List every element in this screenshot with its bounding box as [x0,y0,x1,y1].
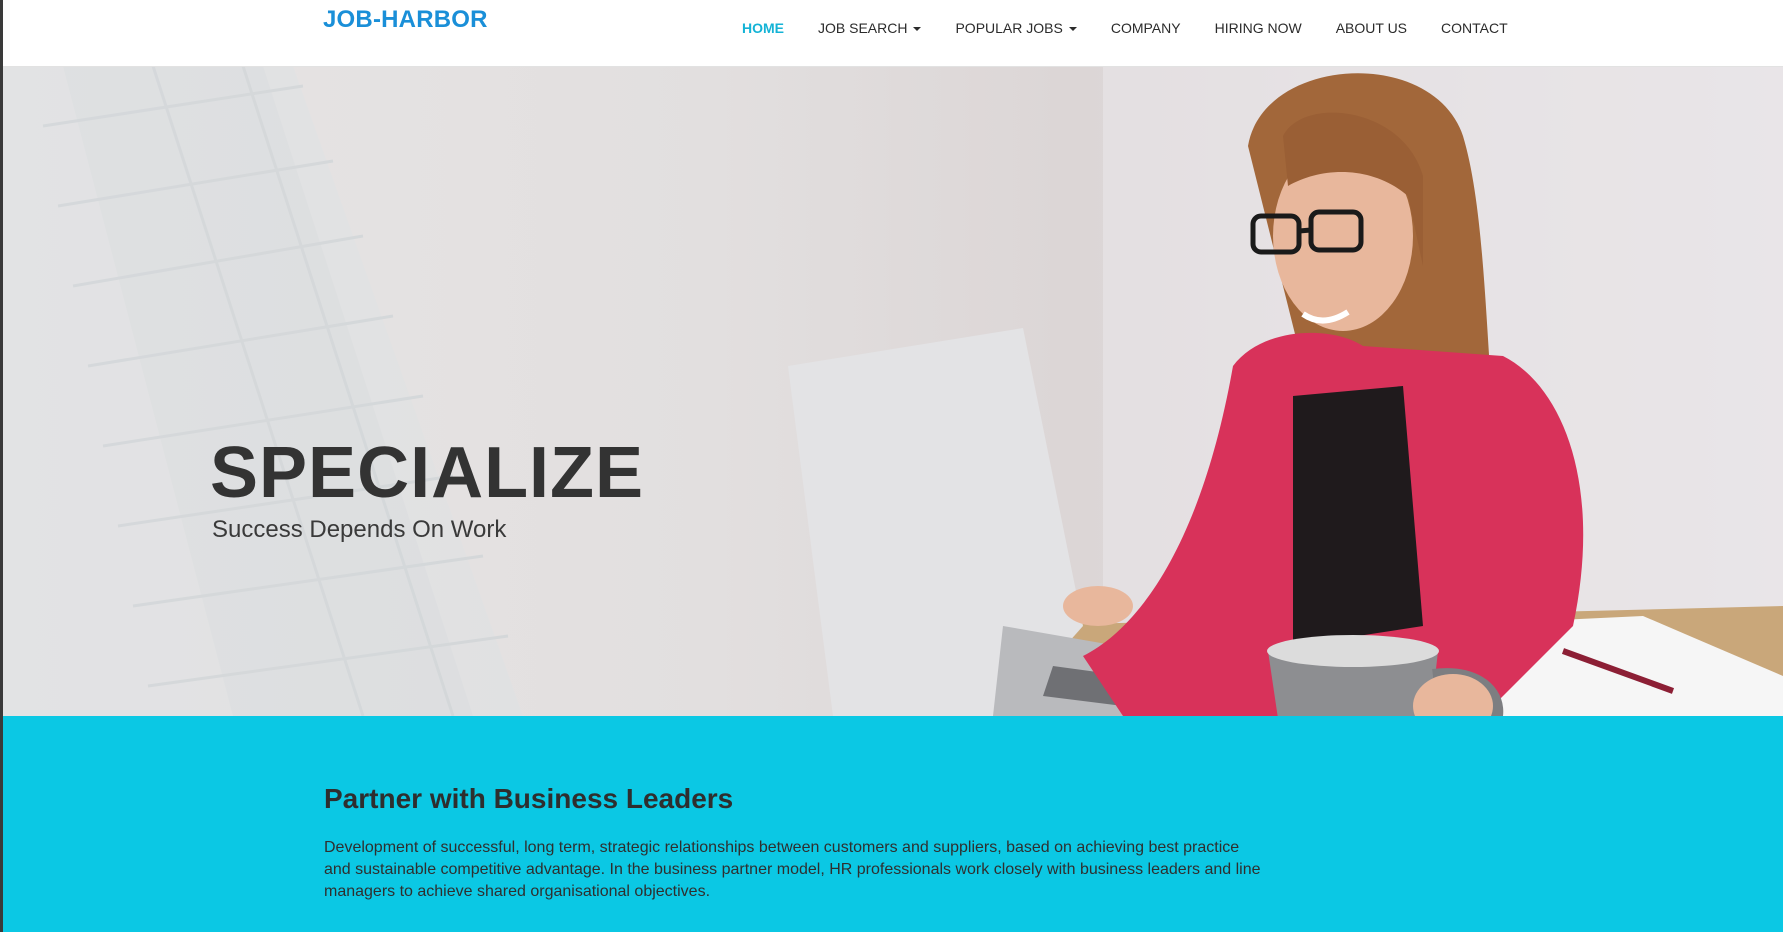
nav-hiring-now[interactable]: HIRING NOW [1198,20,1319,36]
nav-company[interactable]: COMPANY [1094,20,1198,36]
hero-title: SPECIALIZE [210,433,645,513]
nav-company-label: COMPANY [1110,20,1181,36]
nav-about-us[interactable]: ABOUT US [1319,20,1424,36]
nav-home-label: HOME [742,20,784,36]
caret-down-icon [1068,27,1077,31]
partner-heading: Partner with Business Leaders [324,783,734,814]
caret-down-icon [913,27,922,31]
main-nav: HOME JOB SEARCH POPULAR JOBS COMPANY HIR… [725,20,1525,36]
window-edge [0,0,3,932]
hero-background-image [3,66,1783,716]
hero-subtitle: Success Depends On Work [212,516,507,543]
partner-body: Development of successful, long term, st… [324,839,1261,900]
nav-home[interactable]: HOME [725,20,801,36]
nav-job-search[interactable]: JOB SEARCH [801,20,938,36]
hero-banner: SPECIALIZE Success Depends On Work [3,66,1783,716]
nav-hiring-now-label: HIRING NOW [1214,20,1302,36]
nav-popular-jobs-label: POPULAR JOBS [955,20,1063,36]
nav-popular-jobs[interactable]: POPULAR JOBS [938,20,1093,36]
nav-job-search-label: JOB SEARCH [818,20,908,36]
brand-logo[interactable]: JOB-HARBOR [323,6,488,34]
nav-contact[interactable]: CONTACT [1424,20,1525,36]
partner-section: Partner with Business Leaders Developmen… [3,716,1783,932]
nav-contact-label: CONTACT [1441,20,1508,36]
building-illustration [3,66,523,716]
nav-about-us-label: ABOUT US [1335,20,1408,36]
navbar: JOB-HARBOR HOME JOB SEARCH POPULAR JOBS … [3,0,1783,67]
